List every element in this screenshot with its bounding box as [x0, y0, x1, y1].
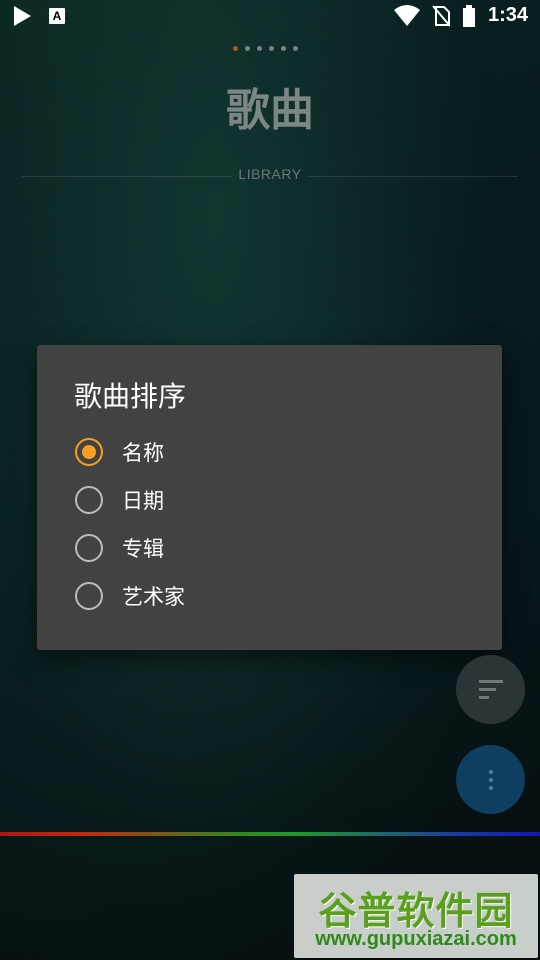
- sort-option-name[interactable]: 名称: [75, 432, 475, 472]
- page-indicator: [233, 46, 298, 51]
- watermark-url: www.gupuxiazai.com: [315, 928, 517, 950]
- status-left: A: [14, 6, 65, 26]
- page-title: 歌曲: [226, 85, 314, 136]
- sort-option-label: 名称: [122, 441, 164, 465]
- status-time: 1:34: [487, 4, 528, 26]
- page-subtitle: LIBRARY: [238, 166, 302, 182]
- sort-option-label: 艺术家: [122, 585, 185, 609]
- sort-icon: [478, 680, 503, 699]
- radio-unchecked-icon[interactable]: [75, 534, 103, 562]
- spectrum-bar: [0, 832, 540, 836]
- page-dot[interactable]: [257, 46, 262, 51]
- more-vert-icon: [488, 769, 493, 790]
- sort-option-label: 专辑: [122, 537, 164, 561]
- page-dot[interactable]: [245, 46, 250, 51]
- radio-checked-icon[interactable]: [75, 438, 103, 466]
- page-dot[interactable]: [269, 46, 274, 51]
- radio-unchecked-icon[interactable]: [75, 582, 103, 610]
- more-options-button[interactable]: [456, 745, 525, 814]
- sort-option-album[interactable]: 专辑: [75, 528, 475, 568]
- status-bar: A 1:34: [0, 0, 540, 36]
- status-right: 1:34: [393, 4, 528, 27]
- battery-icon: [462, 4, 475, 27]
- sort-dialog: 歌曲排序 名称 日期 专辑 艺术家: [37, 345, 502, 650]
- wifi-icon: [393, 4, 420, 26]
- sort-option-artist[interactable]: 艺术家: [75, 576, 475, 616]
- sort-option-date[interactable]: 日期: [75, 480, 475, 520]
- keyboard-a-icon: A: [49, 8, 65, 24]
- no-sim-icon: [432, 4, 450, 27]
- radio-unchecked-icon[interactable]: [75, 486, 103, 514]
- page-dot[interactable]: [293, 46, 298, 51]
- page-dot[interactable]: [281, 46, 286, 51]
- watermark-logo: 谷普软件园 www.gupuxiazai.com: [294, 874, 538, 958]
- watermark-title: 谷普软件园: [318, 889, 514, 933]
- screen: A 1:34 歌曲 LIBRARY 歌曲排序 名称 日期 专辑 艺术家 谷普软件…: [0, 0, 540, 960]
- sort-option-label: 日期: [122, 489, 164, 513]
- page-dot[interactable]: [233, 46, 238, 51]
- play-store-icon: [14, 6, 31, 26]
- sort-button[interactable]: [456, 655, 525, 724]
- dialog-title: 歌曲排序: [74, 380, 187, 413]
